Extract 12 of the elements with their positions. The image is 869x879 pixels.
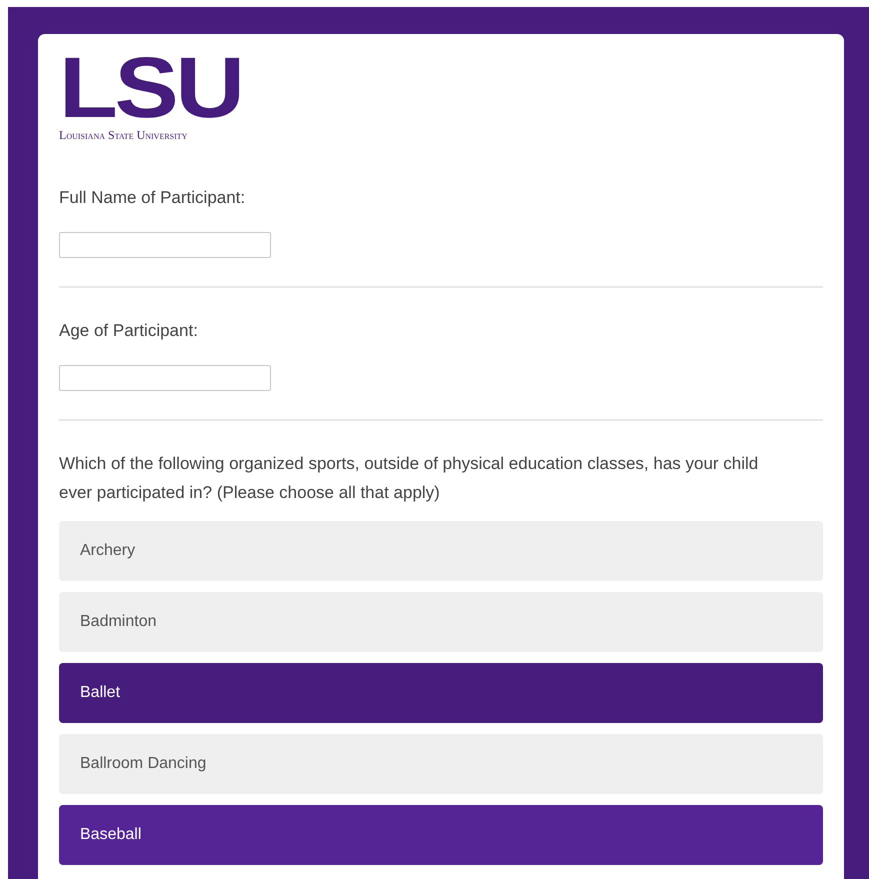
input-field[interactable]: [59, 232, 271, 258]
logo-mark: LSU: [59, 54, 242, 122]
logo-wordmark: Louisiana State University: [59, 128, 188, 143]
choice-option[interactable]: Badminton: [59, 592, 823, 652]
choice-option[interactable]: Ballroom Dancing: [59, 734, 823, 794]
question-label: Full Name of Participant:: [59, 187, 246, 209]
input-field[interactable]: [59, 365, 271, 391]
question-label: Age of Participant:: [59, 320, 199, 342]
choice-option[interactable]: Baseball: [59, 805, 823, 865]
question-label: Which of the following organized sports, outside of physical education classes, has your child ever participated in? (Please choose all that apply): [59, 453, 760, 504]
choice-option[interactable]: Ballet: [59, 663, 823, 723]
choice-option[interactable]: Archery: [59, 521, 823, 581]
